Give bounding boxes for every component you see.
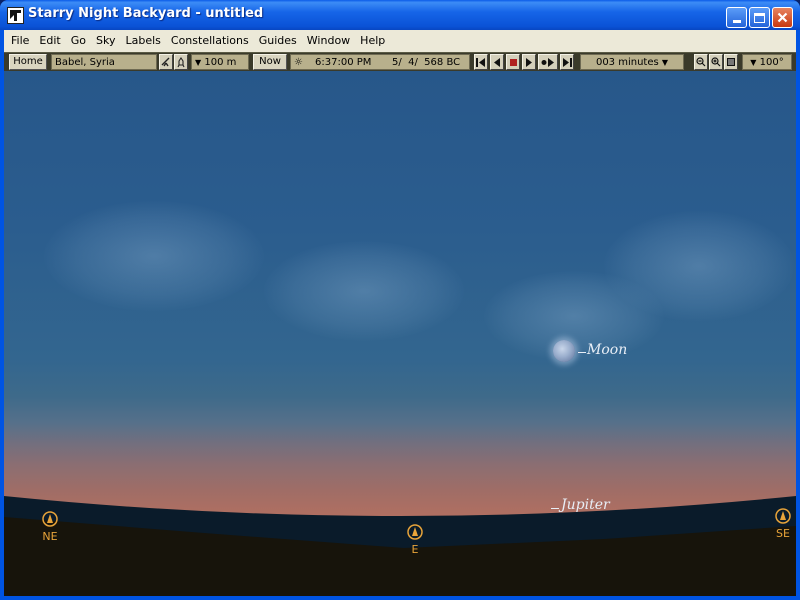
minimize-icon <box>732 20 741 23</box>
dropdown-arrow-icon: ▼ <box>195 58 202 67</box>
compass-point-icon <box>775 508 791 524</box>
rocket-button[interactable] <box>174 54 188 70</box>
dropdown-arrow-icon: ▼ <box>661 58 669 67</box>
step-back-fast-button[interactable] <box>474 54 488 70</box>
compass-point-icon <box>407 524 423 540</box>
rewind-icon <box>476 57 485 67</box>
menu-window[interactable]: Window <box>302 30 355 52</box>
play-backward-button[interactable] <box>490 54 504 70</box>
home-button[interactable]: Home <box>9 54 47 70</box>
close-button[interactable] <box>772 7 793 28</box>
compass-point-icon <box>42 511 58 527</box>
real-time-button[interactable] <box>538 54 558 70</box>
menu-go[interactable]: Go <box>66 30 91 52</box>
zoom-in-icon <box>711 57 721 67</box>
close-icon <box>777 12 788 23</box>
play-backward-icon <box>494 57 500 67</box>
date-value[interactable]: 5/ 4/ 568 BC <box>392 55 460 69</box>
now-button[interactable]: Now <box>253 54 287 70</box>
maximize-icon <box>754 12 765 23</box>
control-toolbar: Home Babel, Syria ▼ 100 m Now ☼ 6:37:00 … <box>4 52 796 71</box>
moon-pointer <box>578 352 586 353</box>
compass-marker-e[interactable]: E <box>400 524 430 556</box>
time-step-value: 003 minutes <box>595 57 659 68</box>
window-title: Starry Night Backyard - untitled <box>28 6 264 21</box>
fov-value: 100° <box>759 57 784 68</box>
app-window: Starry Night Backyard - untitled File Ed… <box>0 0 800 600</box>
zoom-in-button[interactable] <box>709 54 723 70</box>
menu-bar: File Edit Go Sky Labels Constellations G… <box>4 30 796 52</box>
compass-label: NE <box>42 530 58 543</box>
jupiter-pointer <box>551 508 559 509</box>
compass-marker-ne[interactable]: NE <box>35 511 65 543</box>
elevation-field[interactable]: ▼ 100 m <box>191 54 249 70</box>
menu-help[interactable]: Help <box>355 30 390 52</box>
horizon-landscape <box>4 496 796 596</box>
viewpoint-button[interactable] <box>159 54 173 70</box>
compass-label: SE <box>776 527 790 540</box>
location-field[interactable]: Babel, Syria <box>51 54 157 70</box>
time-value[interactable]: 6:37:00 PM <box>315 55 371 69</box>
compass-marker-se[interactable]: SE <box>768 508 796 540</box>
jupiter-label[interactable]: Jupiter <box>561 497 610 513</box>
rocket-icon <box>177 56 185 67</box>
stop-button[interactable] <box>506 54 520 70</box>
title-bar[interactable]: Starry Night Backyard - untitled <box>0 0 800 30</box>
minimize-button[interactable] <box>726 7 747 28</box>
play-forward-button[interactable] <box>522 54 536 70</box>
telescope-icon <box>161 57 170 67</box>
zoom-box-icon <box>727 58 735 66</box>
app-icon[interactable] <box>7 7 24 24</box>
dropdown-arrow-icon: ▼ <box>750 58 757 67</box>
menu-edit[interactable]: Edit <box>34 30 65 52</box>
datetime-field[interactable]: ☼ 6:37:00 PM 5/ 4/ 568 BC <box>290 54 470 70</box>
real-time-icon <box>541 57 554 67</box>
menu-sky[interactable]: Sky <box>91 30 120 52</box>
moon-label[interactable]: Moon <box>587 342 627 358</box>
maximize-button[interactable] <box>749 7 770 28</box>
menu-guides[interactable]: Guides <box>254 30 302 52</box>
step-forward-fast-button[interactable] <box>560 54 574 70</box>
time-step-field[interactable]: 003 minutes ▼ <box>580 54 684 70</box>
sky-view[interactable]: Moon Jupiter NE E SE <box>4 71 796 596</box>
menu-labels[interactable]: Labels <box>120 30 165 52</box>
sun-icon: ☼ <box>294 57 303 68</box>
menu-file[interactable]: File <box>6 30 34 52</box>
zoom-box-button[interactable] <box>724 54 738 70</box>
elevation-value: 100 m <box>204 57 237 68</box>
compass-label: E <box>411 543 419 556</box>
fast-forward-icon <box>563 57 572 67</box>
field-of-view-field[interactable]: ▼ 100° <box>742 54 792 70</box>
zoom-out-button[interactable] <box>694 54 708 70</box>
zoom-out-icon <box>696 57 706 67</box>
moon-icon[interactable] <box>553 340 575 362</box>
play-forward-icon <box>526 57 532 67</box>
stop-icon <box>509 58 517 66</box>
menu-constellations[interactable]: Constellations <box>166 30 254 52</box>
